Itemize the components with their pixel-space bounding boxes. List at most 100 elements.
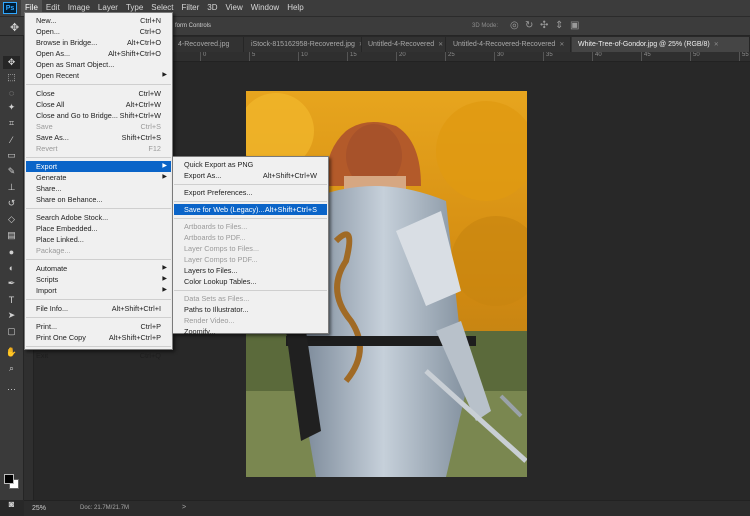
document-tab-label: White-Tree-of-Gondor.jpg @ 25% (RGB/8): [578, 41, 710, 48]
file-menu-import[interactable]: Import ▶: [26, 285, 171, 296]
file-menu-search-adobe-stock[interactable]: Search Adobe Stock...: [26, 212, 171, 223]
menu-separator: [26, 299, 171, 300]
hand-tool-icon[interactable]: ✋: [3, 346, 20, 359]
dodge-tool-icon[interactable]: ◐: [3, 261, 20, 274]
menu-view[interactable]: View: [222, 0, 247, 16]
show-transform-controls-label[interactable]: form Controls: [175, 23, 211, 29]
file-menu-print[interactable]: Print... Ctrl+P: [26, 321, 171, 332]
file-menu-close-all[interactable]: Close All Alt+Ctrl+W: [26, 99, 171, 110]
brush-tool-icon[interactable]: ✎: [3, 165, 20, 178]
menu-filter[interactable]: Filter: [178, 0, 204, 16]
export-menu-save-for-web-legacy[interactable]: Save for Web (Legacy)... Alt+Shift+Ctrl+S: [174, 204, 327, 215]
file-menu-open-as[interactable]: Open As... Alt+Shift+Ctrl+O: [26, 48, 171, 59]
file-menu-automate[interactable]: Automate ▶: [26, 263, 171, 274]
menu-3d[interactable]: 3D: [203, 0, 221, 16]
file-menu-exit[interactable]: Exit Ctrl+Q: [26, 350, 171, 361]
lasso-tool-icon[interactable]: ◌: [3, 86, 20, 99]
magic-wand-tool-icon[interactable]: ✦: [3, 101, 20, 114]
3d-roll-icon[interactable]: ↻: [525, 20, 533, 31]
document-tab[interactable]: Untitled-4-Recovered-Recovered ✕: [447, 37, 571, 52]
healing-brush-tool-icon[interactable]: ▭: [3, 149, 20, 162]
file-menu-open-recent[interactable]: Open Recent ▶: [26, 70, 171, 81]
export-menu-paths-to-illustrator[interactable]: Paths to Illustrator...: [174, 304, 327, 315]
path-selection-tool-icon[interactable]: ➤: [3, 309, 20, 322]
marquee-tool-icon[interactable]: ⬚: [3, 71, 20, 84]
menu-item-label: Open as Smart Object...: [36, 60, 115, 69]
file-menu-share-on-behance[interactable]: Share on Behance...: [26, 194, 171, 205]
close-tab-icon[interactable]: ✕: [438, 42, 443, 48]
menu-separator: [26, 346, 171, 347]
crop-tool-icon[interactable]: ⌗: [3, 117, 20, 130]
zoom-level[interactable]: 25%: [32, 505, 46, 512]
more-tools-icon[interactable]: ···: [3, 382, 20, 395]
quick-mask-icon[interactable]: ◙: [3, 497, 20, 510]
file-menu-scripts[interactable]: Scripts ▶: [26, 274, 171, 285]
menu-separator: [174, 201, 327, 202]
move-tool-icon[interactable]: ✥: [10, 21, 19, 34]
file-menu-close-and-go-to-bridge[interactable]: Close and Go to Bridge... Shift+Ctrl+W: [26, 110, 171, 121]
horizontal-ruler: 0 5 10 15 20 25 30 35 40 45 50 55: [172, 52, 750, 62]
clone-stamp-tool-icon[interactable]: ⊥: [3, 181, 20, 194]
file-menu-new[interactable]: New... Ctrl+N: [26, 15, 171, 26]
3d-slide-icon[interactable]: ⇕: [555, 20, 563, 31]
submenu-arrow-icon: ▶: [162, 265, 167, 271]
history-brush-tool-icon[interactable]: ↺: [3, 197, 20, 210]
pen-tool-icon[interactable]: ✒: [3, 277, 20, 290]
ruler-tick-label: 25: [445, 52, 455, 61]
file-menu-generate[interactable]: Generate ▶: [26, 172, 171, 183]
document-tab-bar: 4-Recovered.jpg iStock-815162958-Recovere…: [172, 37, 750, 52]
ruler-tick-label: 35: [543, 52, 553, 61]
rectangle-tool-icon[interactable]: ▢: [3, 325, 20, 338]
file-menu-export[interactable]: Export ▶: [26, 161, 171, 172]
close-tab-icon[interactable]: ✕: [714, 42, 719, 48]
menu-window[interactable]: Window: [247, 0, 283, 16]
menu-help[interactable]: Help: [283, 0, 307, 16]
3d-orbit-icon[interactable]: ◎: [510, 20, 519, 31]
file-menu-close[interactable]: Close Ctrl+W: [26, 88, 171, 99]
menu-item-label: Exit: [36, 351, 49, 360]
move-tool-icon[interactable]: ✥: [3, 56, 20, 69]
export-menu-layers-to-files[interactable]: Layers to Files...: [174, 265, 327, 276]
zoom-tool-icon[interactable]: ⌕: [3, 362, 20, 375]
file-menu-browse-in-bridge[interactable]: Browse in Bridge... Alt+Ctrl+O: [26, 37, 171, 48]
menu-separator: [26, 157, 171, 158]
export-menu-zoomify[interactable]: Zoomify...: [174, 326, 327, 337]
menu-item-shortcut: Ctrl+Q: [139, 351, 161, 360]
file-menu-place-embedded[interactable]: Place Embedded...: [26, 223, 171, 234]
menu-item-label: Automate: [36, 264, 68, 273]
eyedropper-tool-icon[interactable]: ⁄: [3, 133, 20, 146]
gradient-tool-icon[interactable]: ▤: [3, 229, 20, 242]
export-menu-export-as[interactable]: Export As... Alt+Shift+Ctrl+W: [174, 170, 327, 181]
document-tab[interactable]: Untitled-4-Recovered ✕: [362, 37, 446, 52]
type-tool-icon[interactable]: T: [3, 293, 20, 306]
file-menu-save-as[interactable]: Save As... Shift+Ctrl+S: [26, 132, 171, 143]
menu-separator: [174, 218, 327, 219]
document-tab[interactable]: 4-Recovered.jpg: [172, 37, 244, 52]
submenu-arrow-icon: ▶: [162, 174, 167, 180]
status-menu-arrow-icon[interactable]: >: [182, 504, 186, 511]
file-menu-share[interactable]: Share...: [26, 183, 171, 194]
document-tab-label: Untitled-4-Recovered-Recovered: [453, 41, 556, 48]
export-menu-artboards-to-files: Artboards to Files...: [174, 221, 327, 232]
document-tab[interactable]: White-Tree-of-Gondor.jpg @ 25% (RGB/8) ✕: [572, 37, 750, 52]
export-menu-quick-export-as-png[interactable]: Quick Export as PNG: [174, 159, 327, 170]
blur-tool-icon[interactable]: ●: [3, 245, 20, 258]
file-menu-open[interactable]: Open... Ctrl+O: [26, 26, 171, 37]
3d-pan-icon[interactable]: ✣: [540, 20, 548, 31]
menu-separator: [174, 184, 327, 185]
close-tab-icon[interactable]: ✕: [559, 42, 564, 48]
3d-scale-icon[interactable]: ▣: [570, 20, 579, 31]
document-tab[interactable]: iStock-815162958-Recovered.jpg✕: [245, 37, 362, 52]
file-menu-place-linked[interactable]: Place Linked...: [26, 234, 171, 245]
menu-item-shortcut: Ctrl+S: [140, 122, 161, 131]
file-menu-print-one-copy[interactable]: Print One Copy Alt+Shift+Ctrl+P: [26, 332, 171, 343]
eraser-tool-icon[interactable]: ◇: [3, 213, 20, 226]
file-menu-open-as-smart-object[interactable]: Open as Smart Object...: [26, 59, 171, 70]
export-menu-color-lookup-tables[interactable]: Color Lookup Tables...: [174, 276, 327, 287]
file-menu-file-info[interactable]: File Info... Alt+Shift+Ctrl+I: [26, 303, 171, 314]
export-submenu: Quick Export as PNG Export As... Alt+Shift…: [172, 156, 329, 337]
foreground-color-swatch[interactable]: [4, 474, 14, 484]
export-menu-export-preferences[interactable]: Export Preferences...: [174, 187, 327, 198]
menu-item-label: Color Lookup Tables...: [184, 277, 257, 286]
ruler-tick-label: 20: [396, 52, 406, 61]
